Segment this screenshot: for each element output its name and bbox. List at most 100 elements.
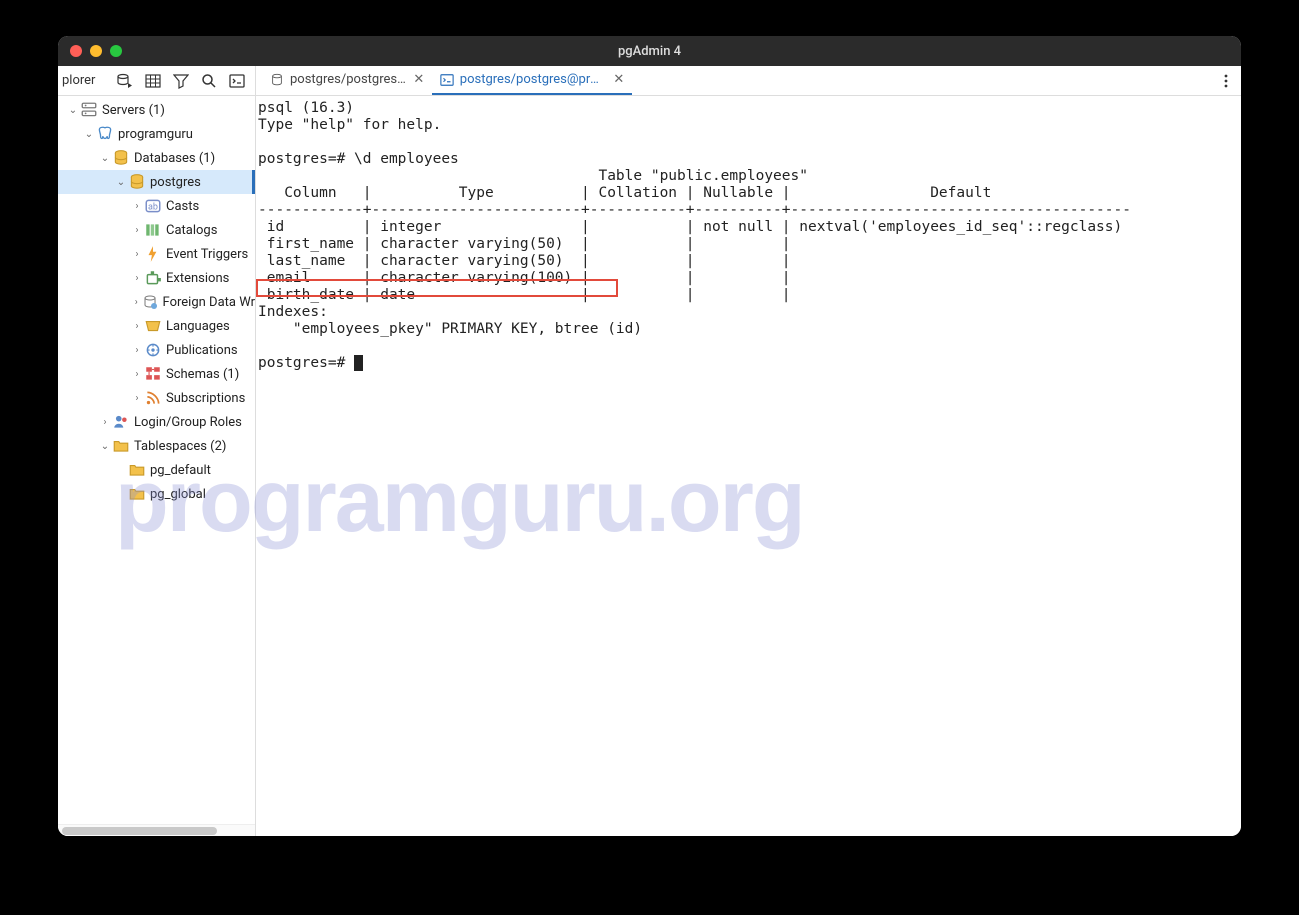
tab-query-tool[interactable]: postgres/postgres… ✕ xyxy=(262,66,432,95)
terminal-line: Type "help" for help. xyxy=(258,117,441,133)
fdw-icon xyxy=(142,293,158,311)
tree-label: Languages xyxy=(166,319,230,334)
trigger-icon xyxy=(144,245,162,263)
tree-label: Catalogs xyxy=(166,223,217,238)
sidebar-panel-label: plorer xyxy=(62,73,95,88)
terminal-line: birth_date | date | | | xyxy=(258,287,791,303)
tree-label: pg_default xyxy=(150,463,211,478)
terminal-line: ------------+------------------------+--… xyxy=(258,202,1131,218)
window-title: pgAdmin 4 xyxy=(618,44,681,59)
tree-label: programguru xyxy=(118,127,193,142)
search-objects-button[interactable] xyxy=(195,69,223,93)
query-tool-button[interactable] xyxy=(111,69,139,93)
terminal-line: first_name | character varying(50) | | | xyxy=(258,236,791,252)
table-icon xyxy=(145,73,161,89)
tree-db-postgres[interactable]: ⌄postgres xyxy=(58,170,255,194)
chevron-right-icon: › xyxy=(130,321,144,332)
publications-icon xyxy=(144,341,162,359)
close-tab-button[interactable]: ✕ xyxy=(612,73,626,87)
close-window-button[interactable] xyxy=(70,45,82,57)
terminal-line: Table "public.employees" xyxy=(258,168,808,184)
tree-catalogs[interactable]: › Catalogs xyxy=(58,218,255,242)
tree-label: Schemas (1) xyxy=(166,367,239,382)
chevron-right-icon: › xyxy=(130,273,144,284)
folder-icon xyxy=(112,437,130,455)
tree-label: Databases (1) xyxy=(134,151,215,166)
titlebar: pgAdmin 4 xyxy=(58,36,1241,66)
tree-schemas[interactable]: › Schemas (1) xyxy=(58,362,255,386)
terminal-cursor xyxy=(354,355,363,371)
main-panel: postgres/postgres… ✕ postgres/postgres@p… xyxy=(256,66,1241,836)
terminal-line: last_name | character varying(50) | | | xyxy=(258,253,791,269)
tree-languages[interactable]: › Languages xyxy=(58,314,255,338)
roles-icon xyxy=(112,413,130,431)
tree-label: Event Triggers xyxy=(166,247,248,262)
tree-subscriptions[interactable]: › Subscriptions xyxy=(58,386,255,410)
database-icon xyxy=(112,149,130,167)
tree-publications[interactable]: › Publications xyxy=(58,338,255,362)
app-window: pgAdmin 4 plorer xyxy=(58,36,1241,836)
languages-icon xyxy=(144,317,162,335)
chevron-right-icon: › xyxy=(130,345,144,356)
tree-label: Casts xyxy=(166,199,199,214)
chevron-down-icon: ⌄ xyxy=(66,105,80,116)
sidebar-scrollbar[interactable] xyxy=(58,824,255,836)
tree-label: Subscriptions xyxy=(166,391,245,406)
folder-icon xyxy=(128,485,146,503)
minimize-window-button[interactable] xyxy=(90,45,102,57)
terminal-line: email | character varying(100) | | | xyxy=(258,270,791,286)
tree-servers[interactable]: ⌄Servers (1) xyxy=(58,98,255,122)
chevron-right-icon: › xyxy=(98,417,112,428)
tree-label: pg_global xyxy=(150,487,206,502)
tree-pg-global[interactable]: ›pg_global xyxy=(58,482,255,506)
chevron-right-icon: › xyxy=(130,201,144,212)
terminal-prompt: postgres=# xyxy=(258,355,354,371)
terminal-line: postgres=# \d employees xyxy=(258,151,459,167)
database-play-icon xyxy=(117,73,133,89)
tree-tablespaces[interactable]: ⌄Tablespaces (2) xyxy=(58,434,255,458)
psql-terminal[interactable]: psql (16.3) Type "help" for help. postgr… xyxy=(256,96,1241,836)
chevron-down-icon: ⌄ xyxy=(82,129,96,140)
tree-extensions[interactable]: › Extensions xyxy=(58,266,255,290)
tree-server-programguru[interactable]: ⌄ programguru xyxy=(58,122,255,146)
traffic-lights xyxy=(70,45,122,57)
tree-label: postgres xyxy=(150,175,201,190)
chevron-down-icon: ⌄ xyxy=(98,153,112,164)
subscriptions-icon xyxy=(144,389,162,407)
servers-icon xyxy=(80,101,98,119)
object-tree[interactable]: ⌄Servers (1) ⌄ programguru ⌄ Databases (1)… xyxy=(58,96,255,824)
sidebar: plorer xyxy=(58,66,256,836)
svg-text:ab: ab xyxy=(148,202,158,212)
tree-login-roles[interactable]: ›Login/Group Roles xyxy=(58,410,255,434)
view-data-button[interactable] xyxy=(139,69,167,93)
filter-rows-button[interactable] xyxy=(167,69,195,93)
chevron-right-icon: › xyxy=(130,225,144,236)
tabbar-menu-button[interactable] xyxy=(1211,66,1241,95)
zoom-window-button[interactable] xyxy=(110,45,122,57)
tree-label: Publications xyxy=(166,343,238,358)
app-body: plorer xyxy=(58,66,1241,836)
tab-psql[interactable]: postgres/postgres@programguru ✕ xyxy=(432,66,632,95)
database-icon xyxy=(128,173,146,191)
terminal-line: "employees_pkey" PRIMARY KEY, btree (id) xyxy=(258,321,642,337)
tree-databases[interactable]: ⌄ Databases (1) xyxy=(58,146,255,170)
chevron-right-icon: › xyxy=(130,249,144,260)
tree-event-triggers[interactable]: › Event Triggers xyxy=(58,242,255,266)
tree-casts[interactable]: › ab Casts xyxy=(58,194,255,218)
tree-pg-default[interactable]: ›pg_default xyxy=(58,458,255,482)
database-icon xyxy=(270,73,284,87)
kebab-icon xyxy=(1224,73,1228,89)
close-tab-button[interactable]: ✕ xyxy=(412,73,426,87)
tab-label: postgres/postgres… xyxy=(290,72,406,87)
tree-label: Extensions xyxy=(166,271,229,286)
psql-tool-button[interactable] xyxy=(223,69,251,93)
search-icon xyxy=(201,73,217,89)
elephant-icon xyxy=(96,125,114,143)
chevron-right-icon: › xyxy=(130,369,144,380)
sidebar-toolbar: plorer xyxy=(58,66,255,96)
casts-icon: ab xyxy=(144,197,162,215)
chevron-right-icon: › xyxy=(130,393,144,404)
tree-label: Foreign Data Wr xyxy=(163,295,255,310)
terminal-icon xyxy=(229,73,245,89)
tree-foreign-data-wrappers[interactable]: ›Foreign Data Wr xyxy=(58,290,255,314)
